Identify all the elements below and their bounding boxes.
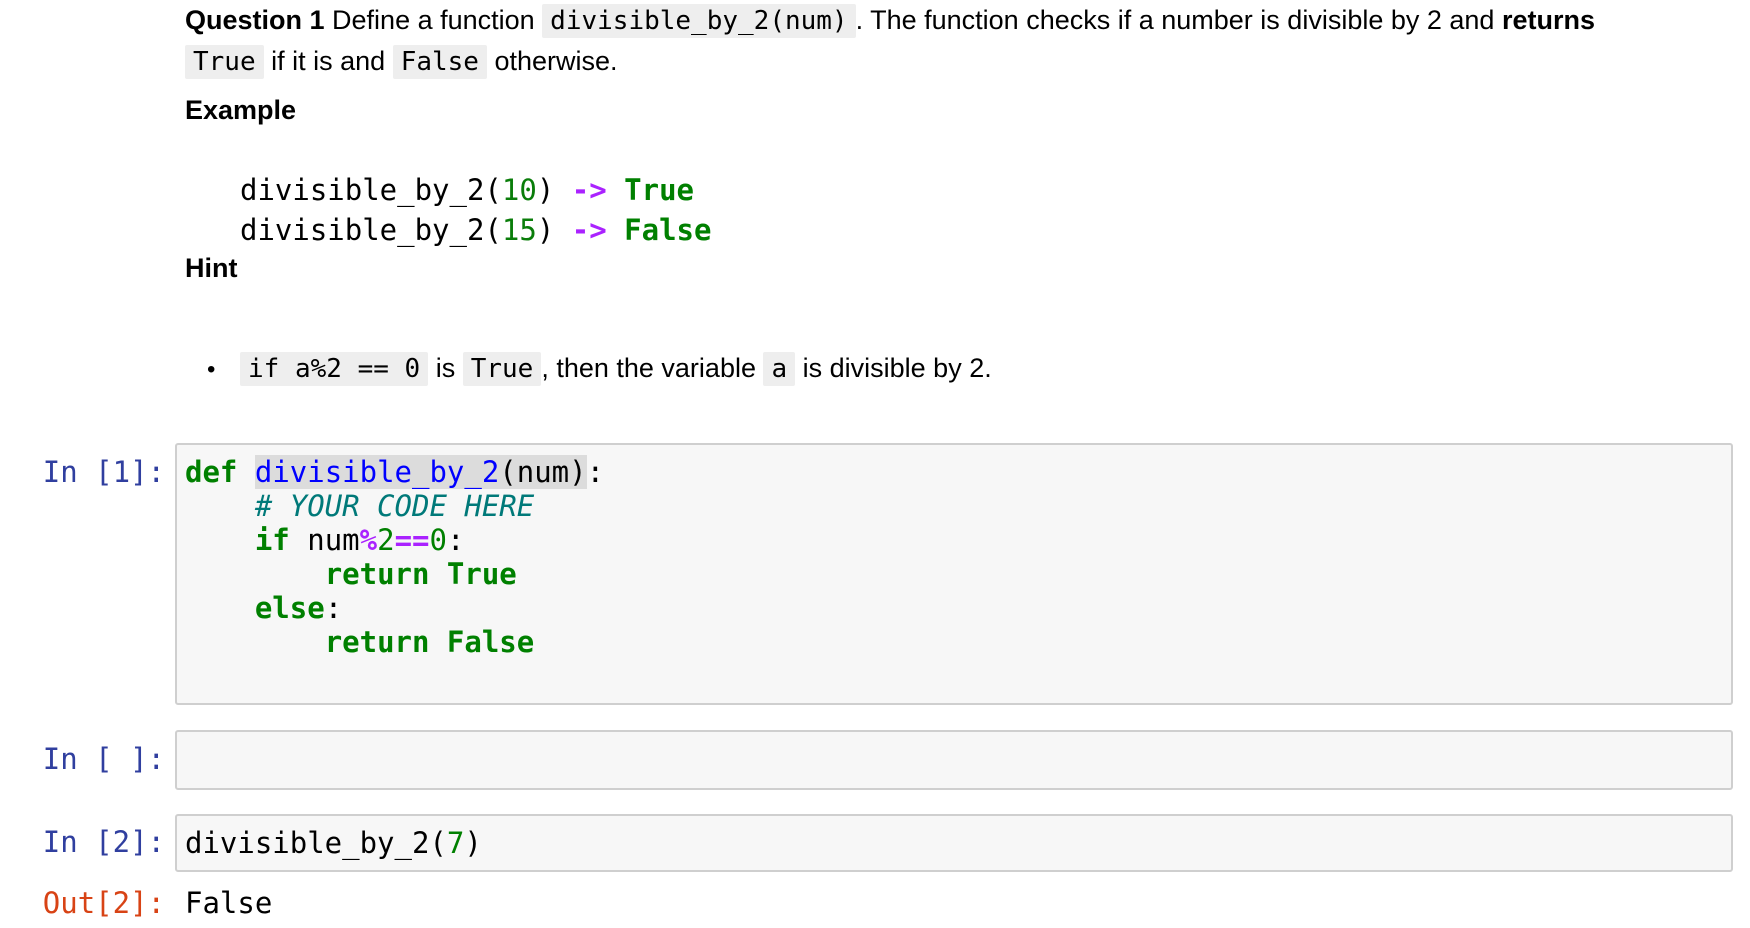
bullet-icon: • — [207, 356, 216, 383]
colon: : — [324, 591, 343, 625]
hint-list-item: • if a%2 == 0 is True, then the variable … — [185, 348, 992, 390]
arrow-icon: -> — [571, 173, 607, 207]
cell-output: False — [185, 886, 273, 920]
question-text: otherwise. — [486, 46, 618, 76]
colon: : — [446, 523, 465, 557]
hint-text: is divisible by 2. — [795, 353, 992, 383]
variable: num — [307, 523, 360, 557]
function-name: divisible_by_2 — [254, 455, 500, 489]
number: 7 — [446, 826, 465, 860]
keyword-return: return — [324, 625, 430, 659]
example-call: divisible_by_2( — [240, 173, 502, 207]
example-arg: 10 — [501, 173, 537, 207]
example-call: divisible_by_2( — [240, 213, 502, 247]
keyword-else: else — [254, 591, 325, 625]
arrow-icon: -> — [571, 213, 607, 247]
inline-code-variable: a — [763, 352, 796, 386]
example-result: True — [624, 173, 694, 207]
cell-3-prompt: In [2]: — [42, 825, 165, 859]
inline-code-func-sig: divisible_by_2(num) — [542, 4, 856, 38]
code-cell-1[interactable]: def divisible_by_2(num): # YOUR CODE HER… — [175, 443, 1733, 705]
keyword-def: def — [185, 455, 238, 489]
operator-eq: == — [394, 523, 430, 557]
question-text: Define a function — [324, 5, 543, 35]
example-line: divisible_by_2(15) -> False — [240, 213, 711, 247]
example-result: False — [624, 213, 712, 247]
value-false: False — [446, 625, 535, 659]
example-code-block: divisible_by_2(10) -> True divisible_by_… — [240, 170, 711, 250]
example-close: ) — [536, 213, 555, 247]
hint-text: , then the variable — [541, 353, 764, 383]
inline-code-condition: if a%2 == 0 — [240, 352, 429, 386]
question-text: if it is and — [263, 46, 393, 76]
inline-code-true: True — [185, 45, 264, 79]
question-label: Question 1 — [185, 5, 325, 35]
code-cell-2[interactable] — [175, 730, 1733, 790]
example-arg: 15 — [501, 213, 537, 247]
value-true: True — [446, 557, 517, 591]
code-comment: # YOUR CODE HERE — [254, 489, 535, 523]
question-paragraph: Question 1 Define a function divisible_b… — [185, 0, 1685, 82]
function-params: (num) — [499, 455, 587, 489]
returns-bold: returns — [1501, 5, 1595, 35]
example-heading: Example — [185, 95, 297, 125]
example-close: ) — [536, 173, 555, 207]
cell-2-prompt: In [ ]: — [42, 742, 165, 776]
highlighted-signature: divisible_by_2(num) — [254, 455, 587, 489]
number: 2 — [377, 523, 395, 557]
inline-code-true: True — [462, 352, 542, 386]
function-call: divisible_by_2( — [185, 826, 447, 860]
keyword-return: return — [324, 557, 430, 591]
code-cell-3[interactable]: divisible_by_2(7) — [175, 814, 1733, 872]
question-text: . The function checks if a number is div… — [855, 5, 1502, 35]
output-prompt: Out[2]: — [42, 886, 165, 920]
cell-1-prompt: In [1]: — [42, 455, 165, 489]
inline-code-false: False — [392, 45, 487, 79]
example-line: divisible_by_2(10) -> True — [240, 173, 694, 207]
close-paren: ) — [464, 826, 482, 860]
colon: : — [586, 455, 605, 489]
hint-text: is — [428, 353, 463, 383]
operator-mod: % — [359, 523, 378, 557]
number: 0 — [429, 523, 447, 557]
keyword-if: if — [254, 523, 290, 557]
hint-heading: Hint — [185, 253, 238, 283]
